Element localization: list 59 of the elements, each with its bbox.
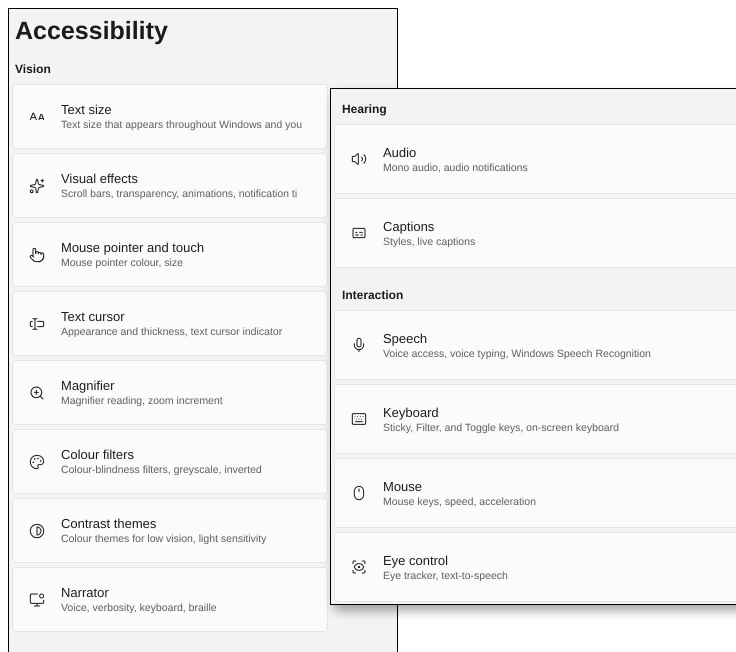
- microphone-icon: [351, 337, 367, 353]
- settings-card[interactable]: Text cursor Appearance and thickness, text cursor indicator: [12, 291, 328, 356]
- settings-card[interactable]: Audio Mono audio, audio notifications: [334, 124, 736, 194]
- contrast-icon: [29, 522, 45, 538]
- settings-card[interactable]: Visual effects Scroll bars, transparency, animations, notification ti: [12, 153, 328, 218]
- card-subtitle: Styles, live captions: [383, 234, 476, 248]
- palette-icon: [29, 454, 45, 470]
- page-title: Accessibility: [14, 16, 169, 47]
- card-title: Visual effects: [61, 170, 139, 187]
- card-subtitle: Scroll bars, transparency, animations, notification ti: [61, 187, 298, 201]
- speaker-icon: [351, 151, 367, 167]
- keyboard-icon: [351, 411, 367, 427]
- settings-card[interactable]: Narrator Voice, verbosity, keyboard, braille: [12, 567, 328, 632]
- card-subtitle: Mouse pointer colour, size: [61, 256, 184, 270]
- text-cursor-icon: [29, 316, 45, 332]
- section-heading: Hearing: [341, 101, 388, 118]
- card-title: Colour filters: [61, 446, 135, 463]
- settings-card[interactable]: Mouse Mouse keys, speed, acceleration: [334, 458, 736, 528]
- settings-card[interactable]: Text size Text size that appears throughout Windows and you: [12, 84, 328, 149]
- settings-card[interactable]: Speech Voice access, voice typing, Windows Speech Recognition: [334, 310, 736, 380]
- card-title: Contrast themes: [61, 515, 158, 532]
- card-subtitle: Colour-blindness filters, greyscale, inverted: [61, 463, 262, 477]
- settings-card[interactable]: Eye control Eye tracker, text-to-speech: [334, 532, 736, 602]
- card-subtitle: Mouse keys, speed, acceleration: [383, 494, 536, 508]
- captions-icon: [351, 225, 367, 241]
- card-title: Audio: [383, 144, 418, 160]
- mouse-icon: [351, 485, 367, 501]
- section-heading: Vision: [14, 61, 52, 78]
- pointer-icon: [29, 246, 45, 262]
- card-title: Magnifier: [61, 377, 116, 394]
- card-title: Keyboard: [383, 404, 440, 420]
- settings-card[interactable]: Magnifier Magnifier reading, zoom increment: [12, 360, 328, 425]
- card-title: Speech: [383, 330, 428, 346]
- section-heading: Interaction: [341, 287, 404, 304]
- card-title: Eye control: [383, 552, 450, 568]
- sparkles-icon: [29, 178, 45, 194]
- card-subtitle: Voice access, voice typing, Windows Speech Recognition: [383, 346, 651, 360]
- card-title: Narrator: [61, 584, 110, 601]
- settings-card[interactable]: Contrast themes Colour themes for low vision, light sensitivity: [12, 498, 328, 563]
- card-subtitle: Magnifier reading, zoom increment: [61, 394, 223, 408]
- card-title: Text size: [61, 101, 113, 118]
- card-subtitle: Sticky, Filter, and Toggle keys, on-screen keyboard: [383, 420, 619, 434]
- card-subtitle: Text size that appears throughout Windows and you: [61, 118, 302, 132]
- monitor-icon: [29, 592, 45, 608]
- card-subtitle: Colour themes for low vision, light sensitivity: [61, 532, 266, 546]
- settings-card[interactable]: Colour filters Colour-blindness filters, greyscale, inverted: [12, 429, 328, 494]
- card-subtitle: Appearance and thickness, text cursor indicator: [61, 325, 282, 339]
- card-subtitle: Mono audio, audio notifications: [383, 160, 528, 174]
- zoom-in-icon: [29, 384, 45, 400]
- settings-card[interactable]: Mouse pointer and touch Mouse pointer colour, size: [12, 222, 328, 287]
- eye-scan-icon: [351, 559, 367, 575]
- card-title: Captions: [383, 218, 436, 234]
- settings-card[interactable]: Keyboard Sticky, Filter, and Toggle keys, on-screen keyboard: [334, 384, 736, 454]
- card-title: Mouse pointer and touch: [61, 239, 204, 256]
- card-subtitle: Voice, verbosity, keyboard, braille: [61, 601, 217, 615]
- card-title: Text cursor: [61, 308, 126, 325]
- card-title: Mouse: [383, 478, 424, 494]
- card-subtitle: Eye tracker, text-to-speech: [383, 568, 508, 582]
- settings-card[interactable]: Captions Styles, live captions: [334, 198, 736, 268]
